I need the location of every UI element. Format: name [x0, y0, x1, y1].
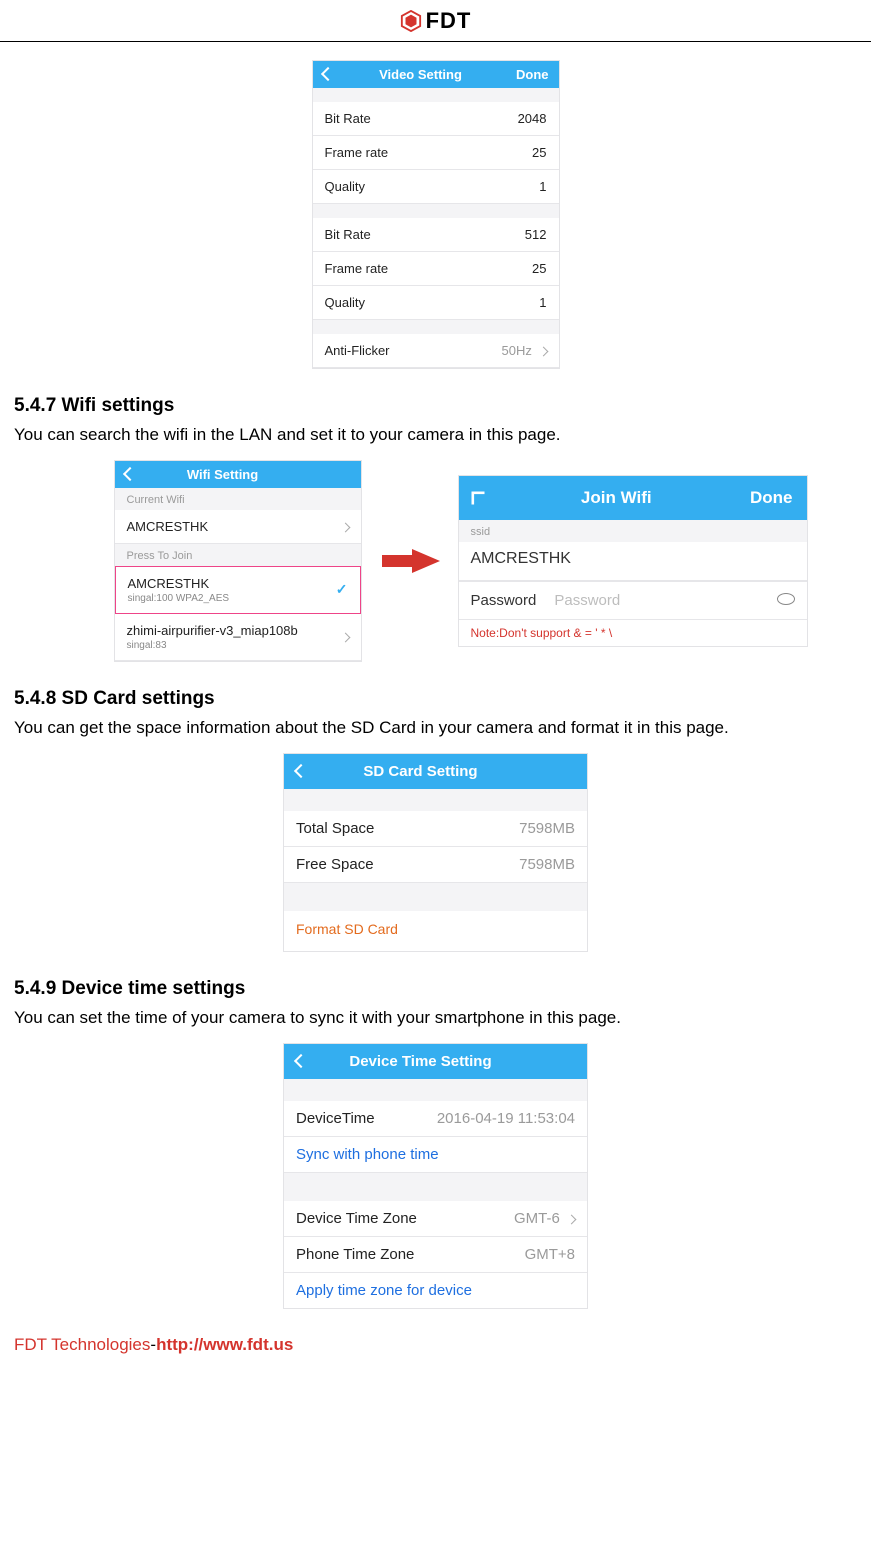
total-space-label: Total Space — [296, 820, 374, 837]
format-sd-button[interactable]: Format SD Card — [284, 911, 587, 951]
wifi-option-selected[interactable]: AMCRESTHK singal:100 WPA2_AES ✓ — [115, 566, 361, 614]
section-549-heading: 5.4.9 Device time settings — [14, 978, 857, 1000]
sd-card-titlebar: SD Card Setting — [284, 754, 587, 789]
frame-rate-value: 25 — [532, 261, 546, 276]
section-549-text: You can set the time of your camera to s… — [14, 1004, 857, 1033]
current-wifi-row[interactable]: AMCRESTHK — [115, 510, 361, 544]
apply-time-zone-button[interactable]: Apply time zone for device — [284, 1273, 587, 1308]
section-547-heading: 5.4.7 Wifi settings — [14, 395, 857, 417]
press-to-join-label: Press To Join — [115, 544, 361, 566]
wifi-list-screenshot: Wifi Setting Current Wifi AMCRESTHK Pres… — [114, 460, 362, 662]
video-setting-titlebar: Video Setting Done — [313, 61, 559, 88]
anti-flicker-label: Anti-Flicker — [325, 343, 390, 358]
chevron-right-icon — [342, 519, 349, 534]
frame-rate-label: Frame rate — [325, 145, 389, 160]
footer: FDT Technologies-http://www.fdt.us — [14, 1335, 857, 1355]
password-label: Password — [471, 592, 537, 609]
bit-rate-label: Bit Rate — [325, 227, 371, 242]
chevron-right-icon — [342, 629, 349, 644]
quality-value: 1 — [539, 295, 546, 310]
footer-company: FDT Technologies — [14, 1335, 150, 1354]
brand-text: FDT — [426, 8, 472, 34]
video-setting-screenshot: Video Setting Done Bit Rate 2048 Frame r… — [312, 60, 560, 369]
quality-label: Quality — [325, 295, 365, 310]
current-wifi-ssid: AMCRESTHK — [127, 519, 209, 534]
wifi-option-ssid: AMCRESTHK singal:100 WPA2_AES — [128, 576, 230, 604]
ssid-value[interactable]: AMCRESTHK — [471, 548, 571, 570]
device-time-value: 2016-04-19 11:53:04 — [437, 1110, 575, 1127]
done-button[interactable]: Done — [750, 488, 793, 508]
quality-value: 1 — [539, 179, 546, 194]
done-button[interactable]: Done — [509, 67, 549, 82]
device-time-title: Device Time Setting — [306, 1053, 535, 1070]
wifi-list-titlebar: Wifi Setting — [115, 461, 361, 488]
device-time-label: DeviceTime — [296, 1110, 375, 1127]
free-space-value: 7598MB — [519, 856, 575, 873]
section-547-text: You can search the wifi in the LAN and s… — [14, 421, 857, 450]
quality-label: Quality — [325, 179, 365, 194]
chevron-right-icon — [540, 343, 547, 358]
current-wifi-label: Current Wifi — [115, 488, 361, 510]
join-wifi-titlebar: Join Wifi Done — [459, 476, 807, 520]
frame-rate-label: Frame rate — [325, 261, 389, 276]
footer-url[interactable]: http://www.fdt.us — [156, 1335, 293, 1354]
total-space-value: 7598MB — [519, 820, 575, 837]
ssid-field-row: AMCRESTHK — [459, 542, 807, 581]
free-space-row: Free Space 7598MB — [284, 847, 587, 883]
logo-icon — [400, 10, 422, 32]
bit-rate-label: Bit Rate — [325, 111, 371, 126]
chevron-right-icon — [568, 1210, 575, 1227]
device-time-screenshot: Device Time Setting DeviceTime 2016-04-1… — [283, 1043, 588, 1309]
join-wifi-screenshot: Join Wifi Done ssid AMCRESTHK Password P… — [458, 475, 808, 647]
sd-card-screenshot: SD Card Setting Total Space 7598MB Free … — [283, 753, 588, 952]
device-time-zone-value: GMT-6 — [514, 1210, 575, 1227]
phone-time-zone-value: GMT+8 — [525, 1246, 575, 1263]
page-header: FDT — [0, 0, 871, 42]
total-space-row: Total Space 7598MB — [284, 811, 587, 847]
device-time-titlebar: Device Time Setting — [284, 1044, 587, 1079]
frame-rate-row-2[interactable]: Frame rate 25 — [313, 252, 559, 286]
section-548-heading: 5.4.8 SD Card settings — [14, 688, 857, 710]
section-548-text: You can get the space information about … — [14, 714, 857, 743]
free-space-label: Free Space — [296, 856, 374, 873]
eye-icon[interactable] — [777, 593, 795, 608]
frame-rate-value: 25 — [532, 145, 546, 160]
bit-rate-value: 2048 — [518, 111, 547, 126]
brand-logo: FDT — [400, 8, 472, 34]
join-wifi-title: Join Wifi — [483, 488, 751, 508]
device-time-row: DeviceTime 2016-04-19 11:53:04 — [284, 1101, 587, 1137]
checkmark-icon: ✓ — [336, 581, 348, 598]
frame-rate-row-1[interactable]: Frame rate 25 — [313, 136, 559, 170]
device-time-zone-row[interactable]: Device Time Zone GMT-6 — [284, 1201, 587, 1237]
back-icon[interactable] — [296, 763, 306, 780]
sync-phone-time-button[interactable]: Sync with phone time — [284, 1137, 587, 1173]
bit-rate-row-2[interactable]: Bit Rate 512 — [313, 218, 559, 252]
wifi-list-title: Wifi Setting — [135, 467, 311, 482]
wifi-option-ssid: zhimi-airpurifier-v3_miap108b singal:83 — [127, 623, 298, 651]
ssid-label: ssid — [459, 520, 807, 542]
wifi-option-other[interactable]: zhimi-airpurifier-v3_miap108b singal:83 — [115, 614, 361, 661]
phone-time-zone-label: Phone Time Zone — [296, 1246, 414, 1263]
back-icon[interactable] — [296, 1053, 306, 1070]
bit-rate-row-1[interactable]: Bit Rate 2048 — [313, 102, 559, 136]
quality-row-2[interactable]: Quality 1 — [313, 286, 559, 320]
anti-flicker-row[interactable]: Anti-Flicker 50Hz — [313, 334, 559, 368]
back-icon[interactable] — [125, 467, 135, 482]
sd-card-title: SD Card Setting — [306, 763, 535, 780]
video-setting-title: Video Setting — [333, 67, 509, 82]
password-note: Note:Don't support & = ' * \ — [459, 620, 807, 646]
device-time-zone-label: Device Time Zone — [296, 1210, 417, 1227]
bit-rate-value: 512 — [525, 227, 547, 242]
back-icon[interactable] — [323, 67, 333, 82]
password-row[interactable]: Password Password — [459, 581, 807, 620]
phone-time-zone-row: Phone Time Zone GMT+8 — [284, 1237, 587, 1273]
quality-row-1[interactable]: Quality 1 — [313, 170, 559, 204]
anti-flicker-value: 50Hz — [502, 343, 547, 358]
arrow-right-icon — [380, 546, 440, 576]
password-input[interactable]: Password — [554, 592, 776, 609]
